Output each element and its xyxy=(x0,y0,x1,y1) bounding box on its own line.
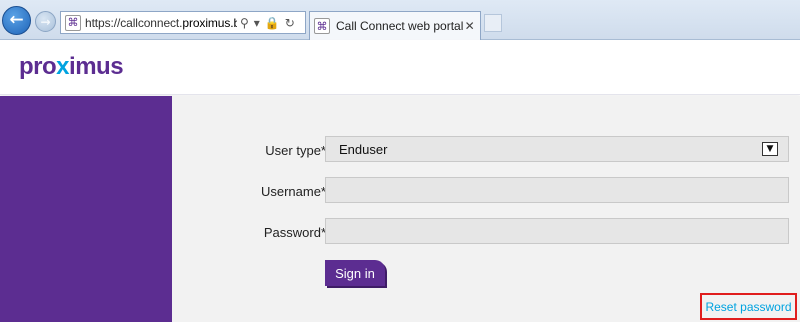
sidebar xyxy=(0,96,172,322)
url-text: https://callconnect.proximus.be/ xyxy=(85,15,237,30)
lock-icon[interactable]: 🔒 xyxy=(265,16,280,30)
user-type-select[interactable]: Enduser ▼ xyxy=(325,136,789,162)
user-type-value: Enduser xyxy=(339,141,388,157)
username-row: Username* xyxy=(172,177,800,205)
favicon: ⌘ xyxy=(65,14,81,31)
username-label: Username* xyxy=(260,183,326,199)
tab-title: Call Connect web portal xyxy=(336,19,464,33)
sign-in-button[interactable]: Sign in xyxy=(325,260,385,286)
search-icon[interactable]: ⚲ xyxy=(240,16,249,30)
user-type-label: User type* xyxy=(265,142,326,158)
browser-toolbar: ← → ⌘ https://callconnect.proximus.be/ ⚲… xyxy=(0,0,800,40)
chevron-down-icon[interactable]: ▼ xyxy=(762,142,778,156)
password-label: Password* xyxy=(263,224,326,240)
refresh-icon[interactable]: ↻ xyxy=(285,16,295,30)
address-bar[interactable]: ⌘ https://callconnect.proximus.be/ ⚲ ▾ 🔒… xyxy=(60,11,306,34)
back-icon[interactable]: ← xyxy=(2,6,31,35)
forward-icon[interactable]: → xyxy=(35,11,56,32)
close-icon[interactable]: ✕ xyxy=(463,19,476,33)
browser-tab[interactable]: ⌘ Call Connect web portal ✕ xyxy=(309,11,481,40)
user-type-row: User type* Enduser ▼ xyxy=(172,136,800,164)
new-tab-button[interactable] xyxy=(484,14,502,32)
password-input[interactable] xyxy=(325,218,789,244)
tab-favicon: ⌘ xyxy=(314,18,330,34)
password-row: Password* xyxy=(172,218,800,246)
login-form-area: User type* Enduser ▼ Username* Password*… xyxy=(172,96,800,322)
proximus-logo[interactable]: proximus xyxy=(19,53,124,81)
dropdown-icon[interactable]: ▾ xyxy=(254,16,260,30)
page-header: proximus xyxy=(0,40,800,95)
reset-password-link[interactable]: Reset password xyxy=(700,293,797,320)
username-input[interactable] xyxy=(325,177,789,203)
